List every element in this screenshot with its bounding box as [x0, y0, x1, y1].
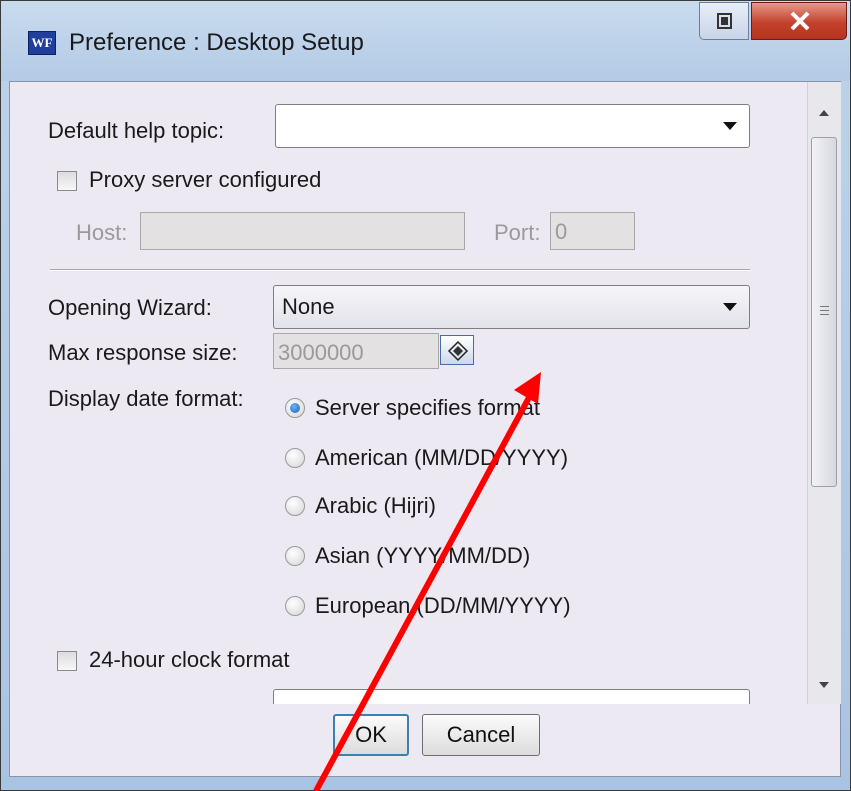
- app-icon: WF: [28, 31, 56, 55]
- host-label: Host:: [76, 220, 128, 245]
- radio-european-format[interactable]: [285, 596, 305, 616]
- max-response-label: Max response size:: [48, 340, 238, 365]
- restore-icon: [717, 13, 732, 29]
- clock-24h-label: 24-hour clock format: [89, 647, 290, 672]
- opening-wizard-dropdown[interactable]: None: [273, 285, 750, 329]
- opening-wizard-label: Opening Wizard:: [48, 295, 212, 320]
- radio-label: American (MM/DD/YYYY): [315, 445, 569, 470]
- ok-button[interactable]: OK: [333, 714, 409, 756]
- max-response-edit-button[interactable]: [440, 335, 474, 365]
- opening-wizard-value: None: [282, 294, 335, 319]
- preferences-window: WF Preference : Desktop Setup Default he…: [0, 0, 851, 791]
- max-response-input[interactable]: 3000000: [273, 333, 439, 369]
- port-label: Port:: [494, 220, 541, 245]
- scroll-thumb[interactable]: [811, 137, 837, 487]
- help-topic-label: Default help topic:: [48, 118, 225, 143]
- chevron-down-icon: [723, 303, 737, 311]
- settings-panel: Default help topic: Proxy server configu…: [10, 82, 802, 704]
- close-icon: [790, 11, 810, 31]
- radio-label: Asian (YYYY/MM/DD): [315, 543, 531, 568]
- radio-label: Arabic (Hijri): [315, 493, 436, 518]
- grip-icon: [820, 306, 829, 318]
- section-divider: [50, 269, 750, 271]
- port-input[interactable]: 0: [550, 212, 635, 250]
- radio-arabic-format[interactable]: [285, 496, 305, 516]
- window-title: Preference : Desktop Setup: [69, 29, 364, 56]
- dialog-client-area: Default help topic: Proxy server configu…: [9, 81, 841, 777]
- radio-label: Server specifies format: [315, 395, 540, 420]
- scroll-up-icon[interactable]: [819, 110, 829, 116]
- close-button[interactable]: [751, 2, 847, 40]
- proxy-label: Proxy server configured: [89, 167, 322, 192]
- radio-server-format[interactable]: [285, 398, 305, 418]
- host-input[interactable]: [140, 212, 465, 250]
- vertical-scrollbar[interactable]: [807, 82, 841, 704]
- proxy-checkbox[interactable]: [57, 171, 77, 191]
- scroll-down-icon[interactable]: [819, 682, 829, 688]
- help-topic-dropdown[interactable]: [275, 104, 750, 148]
- cancel-button[interactable]: Cancel: [422, 714, 540, 756]
- radio-asian-format[interactable]: [285, 546, 305, 566]
- partial-dropdown[interactable]: [273, 689, 750, 704]
- lock-icon: [447, 340, 469, 362]
- radio-american-format[interactable]: [285, 448, 305, 468]
- radio-label: European (DD/MM/YYYY): [315, 593, 571, 618]
- title-bar[interactable]: WF Preference : Desktop Setup: [1, 1, 850, 81]
- clock-24h-checkbox[interactable]: [57, 651, 77, 671]
- date-format-label: Display date format:: [48, 386, 244, 411]
- chevron-down-icon: [723, 122, 737, 130]
- restore-button[interactable]: [699, 2, 749, 40]
